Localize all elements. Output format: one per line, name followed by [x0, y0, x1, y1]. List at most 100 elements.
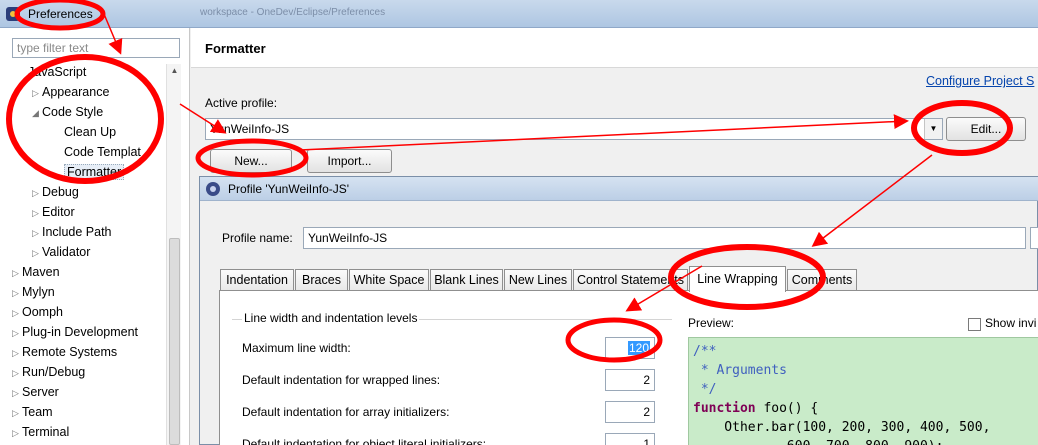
code-text: Other.bar(100, 200, 300, 400, 500, [693, 420, 991, 435]
window-title: Preferences [28, 7, 93, 21]
sidebar-item[interactable]: ▷ Oomph [12, 302, 63, 322]
sidebar-item[interactable]: ▷ Include Path [32, 222, 112, 242]
dialog-title: Profile 'YunWeiInfo-JS' [228, 182, 350, 196]
eclipse-icon [206, 182, 220, 196]
window-titlebar: Preferences workspace - OneDev/Eclipse/P… [0, 0, 1038, 28]
sidebar-item[interactable]: Code Templat [64, 142, 141, 162]
active-profile-label: Active profile: [205, 96, 278, 110]
show-invisible-checkbox[interactable] [968, 318, 981, 331]
sidebar-item[interactable]: ▷ Server [12, 382, 59, 402]
code-line: function foo() { [693, 399, 1036, 418]
import-button[interactable]: Import... [307, 149, 392, 173]
profile-name-label: Profile name: [222, 231, 293, 245]
collapsed-twisty-icon[interactable]: ▷ [32, 243, 42, 263]
sidebar-item[interactable]: ▷ Appearance [32, 82, 109, 102]
formatter-page: Formatter Configure Project S Active pro… [191, 28, 1038, 445]
preferences-tree: JavaScript ▷ Appearance ◢ Code Style Clean Up… [0, 62, 168, 445]
dropdown-arrow-icon[interactable]: ▼ [924, 119, 942, 139]
wrapped-indent-label: Default indentation for wrapped lines: [242, 373, 441, 387]
preview-code: /** * Arguments */ function foo() { Other… [688, 337, 1038, 445]
edit-button[interactable]: Edit... [946, 117, 1026, 141]
collapsed-twisty-icon[interactable]: ▷ [12, 383, 22, 403]
code-line: /** [693, 342, 1036, 361]
window-path-text: workspace - OneDev/Eclipse/Preferences [200, 7, 386, 18]
dialog-titlebar: Profile 'YunWeiInfo-JS' [200, 177, 1038, 201]
object-literal-indent-label: Default indentation for object literal i… [242, 437, 487, 445]
profile-name-extra-field[interactable] [1030, 227, 1038, 249]
eclipse-icon [6, 7, 20, 21]
wrapped-indent-value: 2 [643, 373, 650, 387]
max-line-width-input[interactable]: 120 [605, 337, 655, 359]
formatter-tab[interactable]: Line Wrapping [689, 266, 786, 292]
collapsed-twisty-icon[interactable]: ▷ [32, 203, 42, 223]
sidebar-item[interactable]: JavaScript [28, 62, 86, 82]
sidebar-item[interactable]: ▷ Validator [32, 242, 90, 262]
collapsed-twisty-icon[interactable]: ▷ [12, 263, 22, 283]
collapsed-twisty-icon[interactable]: ▷ [12, 343, 22, 363]
collapsed-twisty-icon[interactable]: ▷ [32, 223, 42, 243]
sidebar-item[interactable]: ▷ Run/Debug [12, 362, 85, 382]
sidebar-item-label: Plug-in Development [22, 325, 139, 339]
sidebar-item[interactable]: Clean Up [64, 122, 116, 142]
sidebar-item-label: Mylyn [22, 285, 55, 299]
new-button[interactable]: New... [210, 149, 292, 173]
array-indent-value: 2 [643, 405, 650, 419]
formatter-tab[interactable]: Braces [295, 269, 348, 291]
sidebar-item-label: Remote Systems [22, 345, 118, 359]
sidebar-item[interactable]: ◢ Code Style [32, 102, 103, 122]
scrollbar-thumb[interactable] [169, 238, 180, 445]
sidebar-item[interactable]: ▷ Team [12, 402, 53, 422]
sidebar-item-label: JavaScript [28, 65, 87, 79]
code-text: 600, 700, 800, 900); [693, 439, 944, 445]
active-profile-dropdown[interactable]: YunWeiInfo-JS ▼ [205, 118, 943, 140]
sidebar-item-label: Team [22, 405, 53, 419]
wrapped-indent-input[interactable]: 2 [605, 369, 655, 391]
preferences-sidebar: JavaScript▷Appearance◢Code StyleClean Up… [0, 28, 190, 445]
sidebar-item-label: Appearance [42, 85, 110, 99]
code-comment: * Arguments [693, 363, 787, 378]
sidebar-item[interactable]: ▷ Editor [32, 202, 75, 222]
collapsed-twisty-icon[interactable]: ▷ [12, 403, 22, 423]
sidebar-item[interactable]: ▷ Debug [32, 182, 79, 202]
show-invisible-label: Show invi [985, 316, 1037, 330]
formatter-tab[interactable]: White Space [349, 269, 429, 291]
code-text: foo() { [755, 401, 819, 416]
formatter-tab[interactable]: Comments [787, 269, 857, 291]
collapsed-twisty-icon[interactable]: ▷ [12, 363, 22, 383]
sidebar-item-label: Editor [42, 205, 75, 219]
collapsed-twisty-icon[interactable]: ▷ [32, 83, 42, 103]
scroll-up-icon[interactable]: ▲ [167, 64, 182, 78]
collapsed-twisty-icon[interactable]: ▷ [12, 283, 22, 303]
formatter-tab[interactable]: Control Statements [573, 269, 688, 291]
formatter-tab[interactable]: New Lines [504, 269, 572, 291]
sidebar-item[interactable]: Formatter [64, 162, 125, 182]
code-comment: */ [693, 382, 717, 397]
code-line: * Arguments [693, 361, 1036, 380]
line-wrapping-pane: Line width and indentation levels Maximu… [219, 290, 1038, 445]
sidebar-item-label: Clean Up [64, 125, 117, 139]
code-keyword: function [693, 401, 756, 416]
preview-label: Preview: [688, 316, 735, 330]
collapsed-twisty-icon[interactable]: ▷ [12, 423, 22, 443]
sidebar-item[interactable]: ▷ Terminal [12, 422, 69, 442]
array-indent-input[interactable]: 2 [605, 401, 655, 423]
array-indent-label: Default indentation for array initialize… [242, 405, 450, 419]
active-profile-value: YunWeiInfo-JS [210, 122, 290, 136]
filter-input[interactable] [12, 38, 180, 58]
sidebar-item[interactable]: ▷ Mylyn [12, 282, 55, 302]
formatter-tab[interactable]: Blank Lines [430, 269, 503, 291]
collapsed-twisty-icon[interactable]: ▷ [12, 303, 22, 323]
expanded-twisty-icon[interactable]: ◢ [32, 103, 42, 123]
sidebar-item[interactable]: ▷ Plug-in Development [12, 322, 138, 342]
sidebar-item[interactable]: ▷ Maven [12, 262, 60, 282]
sidebar-scrollbar[interactable]: ▲ [166, 64, 181, 445]
formatter-tab[interactable]: Indentation [220, 269, 294, 291]
configure-project-link[interactable]: Configure Project S [926, 74, 1034, 88]
object-literal-indent-input[interactable]: 1 [605, 433, 655, 445]
collapsed-twisty-icon[interactable]: ▷ [32, 183, 42, 203]
collapsed-twisty-icon[interactable]: ▷ [12, 323, 22, 343]
profile-name-input[interactable] [303, 227, 1026, 249]
page-title: Formatter [205, 41, 266, 56]
sidebar-item-label: Server [22, 385, 59, 399]
sidebar-item[interactable]: ▷ Remote Systems [12, 342, 117, 362]
